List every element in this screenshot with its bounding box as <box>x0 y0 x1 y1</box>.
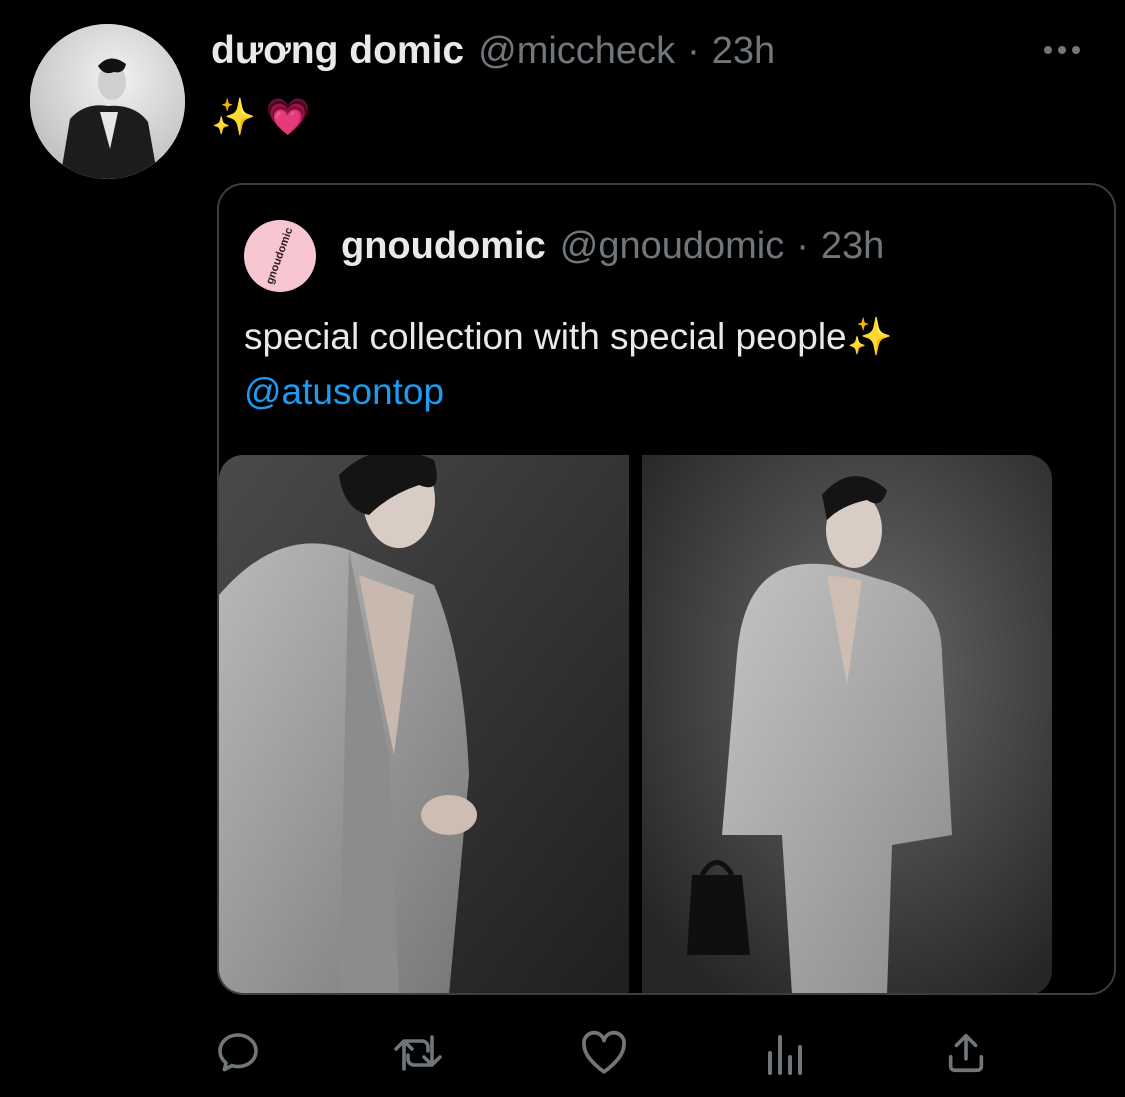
media-photo-2[interactable] <box>642 455 1052 993</box>
media-grid <box>219 455 1114 993</box>
author-name[interactable]: dương domic <box>211 29 464 73</box>
tweet-time[interactable]: 23h <box>712 30 775 73</box>
more-horizontal-icon[interactable] <box>1040 30 1084 70</box>
tweet-actions <box>212 1025 1012 1081</box>
media-photo-1[interactable] <box>219 455 629 993</box>
quoted-tweet-text: special collection with special people✨ … <box>244 309 893 419</box>
quoted-author-avatar[interactable]: gnoudomic <box>244 220 316 292</box>
author-handle[interactable]: @miccheck <box>478 30 675 73</box>
mention-link[interactable]: @atusontop <box>244 364 893 419</box>
quoted-tweet-time[interactable]: 23h <box>821 225 884 268</box>
quoted-tweet[interactable]: gnoudomic gnoudomic @gnoudomic · 23h spe… <box>217 183 1116 995</box>
analytics-icon[interactable] <box>758 1025 814 1081</box>
share-icon[interactable] <box>938 1025 994 1081</box>
tweet-header: dương domic @miccheck · 23h <box>211 26 775 76</box>
author-avatar[interactable] <box>30 24 185 179</box>
retweet-icon[interactable] <box>390 1025 446 1081</box>
tweet-text: ✨ 💗 <box>211 96 311 137</box>
quoted-tweet-header: gnoudomic @gnoudomic · 23h <box>341 221 884 271</box>
quoted-author-handle[interactable]: @gnoudomic <box>560 225 784 268</box>
quoted-avatar-logo-text: gnoudomic <box>264 226 296 286</box>
quoted-tweet-body: special collection with special people✨ <box>244 316 893 357</box>
reply-icon[interactable] <box>210 1025 266 1081</box>
separator-dot: · <box>796 224 809 267</box>
quoted-author-name[interactable]: gnoudomic <box>341 225 546 268</box>
separator-dot: · <box>687 29 700 72</box>
heart-icon[interactable] <box>576 1025 632 1081</box>
